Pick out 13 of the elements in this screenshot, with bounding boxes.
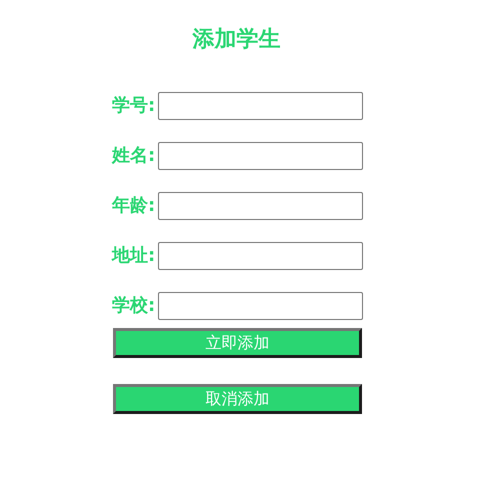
- field-label: 学校:: [112, 294, 156, 318]
- input-field[interactable]: [158, 242, 363, 270]
- input-field[interactable]: [158, 92, 363, 120]
- field-label: 地址:: [112, 244, 156, 268]
- form-title: 添加学生: [192, 26, 280, 54]
- input-field[interactable]: [158, 142, 363, 170]
- input-field[interactable]: [158, 292, 363, 320]
- field-label: 学号:: [112, 94, 156, 118]
- field-label: 年龄:: [112, 194, 156, 218]
- submit-button[interactable]: 立即添加: [113, 328, 362, 358]
- submit-button[interactable]: 取消添加: [113, 384, 362, 414]
- input-field[interactable]: [158, 192, 363, 220]
- field-label: 姓名:: [112, 144, 156, 168]
